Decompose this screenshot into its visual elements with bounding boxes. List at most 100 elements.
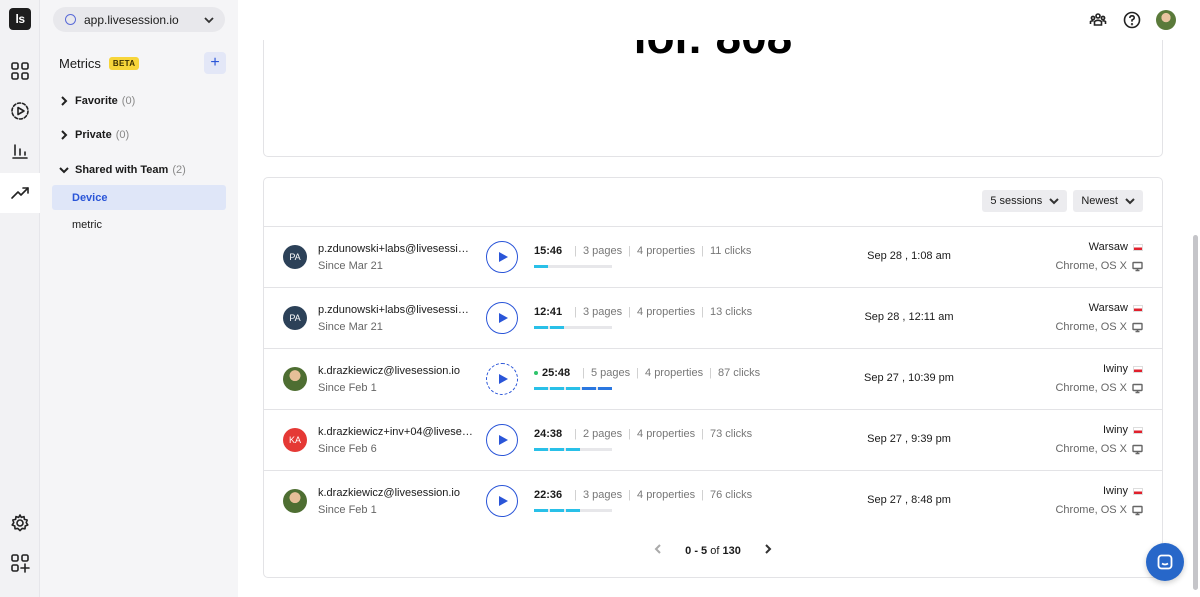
user-since: Since Feb 6 (318, 443, 377, 455)
user-avatar[interactable] (283, 367, 307, 391)
progress-segment (566, 387, 580, 390)
chevron-down-icon (1049, 198, 1060, 205)
folder-count: (0) (121, 95, 136, 107)
settings-gear-icon[interactable] (8, 511, 32, 535)
play-session-button[interactable] (486, 241, 518, 273)
user-email[interactable]: p.zdunowski+labs@livesession.io (318, 243, 473, 255)
session-city: Iwiny (1102, 485, 1128, 497)
sessions-card: 5 sessions Newest PA p.zdunowski+labs@liv… (263, 177, 1163, 578)
folder-private[interactable]: Private (0) (59, 126, 129, 144)
session-properties: 4 properties (645, 367, 704, 379)
sort-dropdown[interactable]: Newest (1073, 190, 1143, 212)
play-icon (499, 435, 508, 445)
chevron-right-icon (765, 544, 772, 554)
help-icon[interactable] (1122, 10, 1142, 30)
session-stats: 15:46 | 3 pages | 4 properties | 11 clicks (534, 245, 751, 257)
play-icon (499, 313, 508, 323)
session-location: Warsaw (1089, 241, 1143, 253)
session-row[interactable]: PA p.zdunowski+labs@livesession.io Since M… (264, 287, 1162, 348)
separator: | (574, 306, 577, 318)
session-row[interactable]: k.drazkiewicz@livesession.io Since Feb 1 2… (264, 348, 1162, 409)
poland-flag-icon (1133, 243, 1143, 251)
session-duration: 22:36 (534, 489, 563, 501)
user-avatar[interactable]: KA (283, 428, 307, 452)
user-since: Since Feb 1 (318, 504, 377, 516)
separator: | (582, 367, 585, 379)
progress-segment (550, 509, 564, 512)
play-session-button[interactable] (486, 302, 518, 334)
sessions-count-dropdown[interactable]: 5 sessions (982, 190, 1068, 212)
user-email[interactable]: k.drazkiewicz@livesession.io (318, 487, 473, 499)
metric-item-device[interactable]: Device (52, 185, 226, 210)
user-email[interactable]: k.drazkiewicz@livesession.io (318, 365, 473, 377)
folder-shared-with-team[interactable]: Shared with Team (2) (59, 161, 186, 179)
session-datetime: Sep 27 , 10:39 pm (864, 372, 954, 384)
folder-count: (2) (172, 164, 186, 176)
sessions-play-icon[interactable] (8, 99, 32, 123)
team-icon[interactable] (1088, 10, 1108, 30)
add-metric-button[interactable]: + (204, 52, 226, 74)
session-progress-bar (534, 448, 612, 451)
session-properties: 4 properties (637, 428, 696, 440)
page-range: 0 - 5 of 130 (685, 545, 741, 557)
session-row[interactable]: PA p.zdunowski+labs@livesession.io Since M… (264, 226, 1162, 287)
session-progress-bar (534, 265, 612, 268)
user-avatar[interactable]: PA (283, 306, 307, 330)
metric-item-metric[interactable]: metric (52, 212, 226, 237)
metrics-title: Metrics (59, 55, 101, 71)
separator: | (628, 489, 632, 501)
poland-flag-icon (1133, 426, 1143, 434)
session-progress-bar (534, 326, 612, 329)
top-toolbar (1088, 10, 1176, 30)
analytics-bar-icon[interactable] (8, 139, 32, 163)
desktop-icon (1132, 444, 1143, 454)
livesession-logo[interactable]: ls (9, 8, 31, 30)
session-clicks: 13 clicks (709, 306, 753, 318)
session-stats: 25:48 | 5 pages | 4 properties | 87 clicks (534, 367, 760, 379)
session-browser: Chrome, OS X (1055, 260, 1127, 272)
dashboard-grid-icon[interactable] (8, 59, 32, 83)
domain-label: app.livesession.io (84, 12, 179, 27)
session-stats: 24:38 | 2 pages | 4 properties | 73 clicks (534, 428, 752, 440)
folder-label: Favorite (75, 95, 118, 107)
session-city: Iwiny (1102, 424, 1128, 436)
pagination: 0 - 5 of 130 (264, 544, 1162, 557)
session-clicks: 87 clicks (717, 367, 761, 379)
domain-selector[interactable]: app.livesession.io (53, 7, 225, 32)
session-duration: 12:41 (534, 306, 563, 318)
session-city: Warsaw (1088, 241, 1128, 253)
next-page-button[interactable] (763, 544, 773, 557)
integrations-add-icon[interactable] (8, 551, 32, 575)
metrics-trend-icon[interactable] (0, 173, 40, 213)
session-city: Iwiny (1102, 363, 1128, 375)
folder-favorite[interactable]: Favorite (0) (59, 92, 135, 110)
user-avatar[interactable] (283, 489, 307, 513)
session-device: Chrome, OS X (1055, 321, 1143, 333)
progress-segment (534, 448, 548, 451)
play-session-button[interactable] (486, 363, 518, 395)
session-row[interactable]: KA k.drazkiewicz+inv+04@livesession.io Sin… (264, 409, 1162, 470)
session-duration: 24:38 (534, 428, 563, 440)
chat-icon (1157, 554, 1173, 570)
chat-launcher-button[interactable] (1146, 543, 1184, 581)
separator: | (701, 489, 704, 501)
scrollbar-thumb[interactable] (1193, 235, 1198, 590)
separator: | (701, 306, 704, 318)
session-device: Chrome, OS X (1055, 504, 1143, 516)
nav-rail: ls (0, 0, 40, 597)
chevron-down-icon (1125, 198, 1135, 205)
user-avatar[interactable] (1156, 10, 1176, 30)
prev-page-button[interactable] (653, 544, 663, 557)
play-session-button[interactable] (486, 485, 518, 517)
session-city: Warsaw (1088, 302, 1128, 314)
separator: | (709, 367, 712, 379)
user-email[interactable]: k.drazkiewicz+inv+04@livesession.io (318, 426, 473, 438)
user-email[interactable]: p.zdunowski+labs@livesession.io (318, 304, 473, 316)
session-row[interactable]: k.drazkiewicz@livesession.io Since Feb 1 2… (264, 470, 1162, 531)
progress-segment (582, 387, 596, 390)
separator: | (574, 489, 577, 501)
user-avatar[interactable]: PA (283, 245, 307, 269)
page-scrollbar[interactable] (1190, 0, 1200, 597)
play-session-button[interactable] (486, 424, 518, 456)
desktop-icon (1132, 383, 1143, 393)
